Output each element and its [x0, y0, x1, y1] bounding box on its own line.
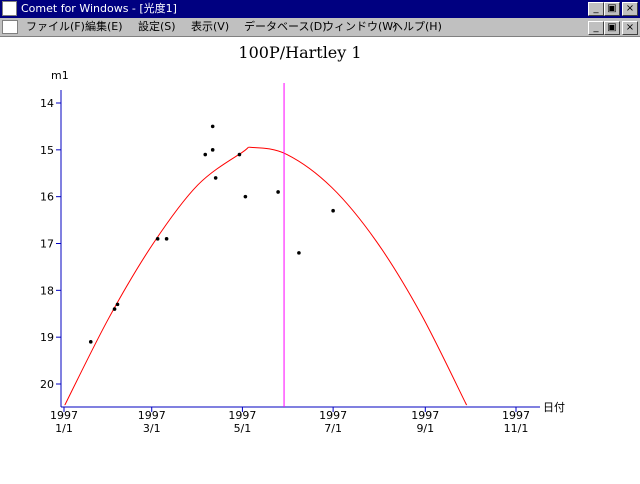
y-tick-label: 15: [40, 144, 54, 157]
fit-curve-line: [64, 146, 468, 406]
mdi-close-button[interactable]: ×: [622, 21, 638, 35]
close-button[interactable]: ×: [622, 2, 638, 16]
menu-help[interactable]: ヘルプ(H): [392, 20, 442, 34]
observation-point: [155, 237, 160, 241]
mdi-restore-button[interactable]: ▣: [604, 21, 620, 35]
x-tick-label: 9/1: [416, 422, 434, 435]
menu-file[interactable]: ファイル(F): [26, 20, 85, 34]
observation-point: [88, 340, 93, 344]
x-tick-label: 11/1: [504, 422, 529, 435]
y-tick-label: 16: [40, 191, 54, 204]
window-title: Comet for Windows - [光度1]: [21, 2, 177, 15]
y-tick-label: 20: [40, 378, 54, 391]
light-curve-chart: 100P/Hartley 1 m1 日付 14 15 16 17 18 19 20 1997…: [40, 43, 565, 435]
chart-title: 100P/Hartley 1: [238, 43, 361, 62]
x-tick-label: 5/1: [234, 422, 252, 435]
x-tick-year: 1997: [411, 409, 439, 422]
observation-point: [213, 176, 218, 180]
x-tick-label: 1/1: [55, 422, 73, 435]
x-tick-year: 1997: [50, 409, 78, 422]
x-ticks: 19971/119973/119975/119977/119979/119971…: [50, 407, 530, 435]
mdi-minimize-button[interactable]: _: [588, 21, 604, 35]
title-bar: Comet for Windows - [光度1] _ ▣ ×: [0, 0, 640, 18]
observation-point: [237, 152, 242, 157]
observation-point: [203, 152, 208, 157]
x-tick-year: 1997: [138, 409, 166, 422]
document-icon[interactable]: [2, 20, 18, 34]
fitted-curve: [64, 146, 468, 406]
y-tick-label: 18: [40, 284, 54, 297]
y-tick-label: 14: [40, 97, 54, 110]
y-tick-label: 17: [40, 238, 54, 251]
y-axis-label: m1: [51, 69, 69, 82]
observation-point: [297, 251, 301, 255]
menu-window[interactable]: ウィンドウ(W): [323, 20, 397, 34]
y-ticks: 14 15 16 17 18 19 20: [40, 97, 61, 391]
menu-bar: ファイル(F) 編集(E) 設定(S) 表示(V) データベース(D) ウィンド…: [0, 18, 640, 37]
x-tick-label: 3/1: [143, 422, 161, 435]
observation-point: [115, 302, 120, 307]
menu-view[interactable]: 表示(V): [191, 20, 229, 34]
observation-point: [164, 237, 169, 241]
app-icon[interactable]: [2, 1, 17, 16]
x-tick-year: 1997: [228, 409, 256, 422]
y-tick-label: 19: [40, 331, 54, 344]
menu-settings[interactable]: 設定(S): [138, 20, 176, 34]
x-tick-label: 7/1: [324, 422, 342, 435]
observation-point: [210, 148, 215, 152]
menu-edit[interactable]: 編集(E): [85, 20, 123, 34]
observation-point: [276, 190, 280, 194]
x-tick-year: 1997: [319, 409, 347, 422]
x-tick-year: 1997: [502, 409, 530, 422]
observation-point: [210, 124, 215, 129]
observation-point: [112, 307, 117, 311]
observation-point: [331, 208, 335, 213]
menu-database[interactable]: データベース(D): [244, 20, 327, 34]
restore-button[interactable]: ▣: [604, 2, 620, 16]
x-axis-label: 日付: [543, 401, 565, 414]
chart-area: 100P/Hartley 1 m1 日付 14 15 16 17 18 19 20 1997…: [0, 37, 640, 480]
minimize-button[interactable]: _: [588, 2, 604, 16]
observations: [88, 124, 335, 344]
observation-point: [243, 194, 248, 199]
